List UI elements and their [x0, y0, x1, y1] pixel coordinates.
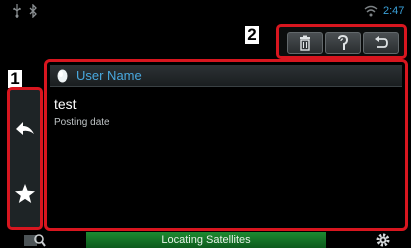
map-search-icon[interactable]: [24, 233, 46, 247]
usb-icon: [13, 4, 21, 18]
favorite-icon[interactable]: [14, 183, 36, 205]
avatar: [57, 69, 68, 83]
back-button[interactable]: [363, 32, 399, 54]
wifi-icon: [364, 5, 378, 17]
navigation-status[interactable]: Locating Satellites: [86, 232, 326, 248]
delete-button[interactable]: [287, 32, 323, 54]
status-bar: 2:47: [0, 0, 411, 22]
voice-button[interactable]: [325, 32, 361, 54]
clock: 2:47: [383, 5, 405, 17]
toolbar: [276, 24, 407, 59]
posting-date: Posting date: [54, 117, 110, 128]
delete-icon: [300, 35, 310, 51]
bluetooth-icon: [29, 4, 37, 18]
post-header: User Name: [50, 65, 402, 87]
voice-icon: [338, 35, 349, 50]
sidebar: [7, 87, 43, 230]
screen: 2:47 2 1 User Name test Posting date Loc…: [0, 0, 411, 248]
user-name: User Name: [76, 68, 142, 83]
post-text: test: [54, 96, 77, 112]
callout-marker-2: 2: [243, 24, 261, 46]
reply-icon[interactable]: [14, 118, 36, 140]
back-icon: [375, 36, 388, 48]
settings-icon[interactable]: [375, 232, 391, 248]
post-detail-panel: User Name test Posting date: [44, 59, 408, 231]
